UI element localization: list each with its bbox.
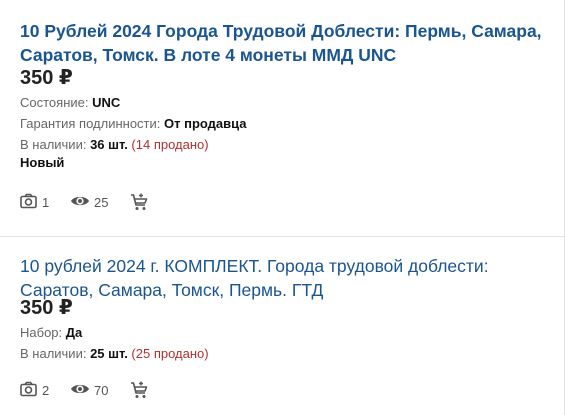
eye-icon	[71, 196, 89, 206]
listing-title-link[interactable]: 10 рублей 2024 г. КОМПЛЕКТ. Города трудо…	[20, 254, 550, 302]
add-to-cart-button[interactable]	[130, 191, 152, 213]
detail-row-condition: Состояние: UNC	[20, 94, 120, 111]
camera-icon	[20, 193, 37, 209]
photos-count: 2	[42, 383, 50, 398]
views-stat: 25	[70, 191, 120, 213]
eye-icon	[71, 384, 89, 394]
camera-icon	[20, 381, 37, 397]
detail-value: Да	[65, 325, 83, 340]
detail-label: Набор:	[20, 325, 66, 340]
cart-add-icon	[131, 381, 148, 398]
views-count: 25	[94, 195, 109, 210]
availability-count: 25 шт.	[90, 346, 128, 361]
availability-count: 36 шт.	[90, 137, 128, 152]
listing-price: 350 ₽	[20, 67, 73, 89]
new-badge: Новый	[20, 155, 65, 170]
availability-row: В наличии: 36 шт. (14 продано)	[20, 136, 209, 153]
photos-count: 1	[42, 195, 50, 210]
sold-count: (14 продано)	[127, 137, 209, 152]
listing-price: 350 ₽	[20, 297, 73, 319]
views-count: 70	[94, 383, 109, 398]
add-to-cart-button[interactable]	[130, 379, 152, 401]
detail-value: От продавца	[164, 116, 247, 131]
detail-row-set: Набор: Да	[20, 324, 82, 341]
sold-count: (25 продано)	[127, 346, 209, 361]
photos-count-button[interactable]: 2	[20, 379, 60, 401]
availability-label: В наличии:	[20, 346, 91, 361]
detail-label: Гарантия подлинности:	[20, 116, 164, 131]
availability-label: В наличии:	[20, 137, 91, 152]
detail-row-authenticity: Гарантия подлинности: От продавца	[20, 115, 247, 132]
listing-card: 10 Рублей 2024 Города Трудовой Доблести:…	[0, 0, 565, 236]
detail-value: UNC	[92, 95, 121, 110]
photos-count-button[interactable]: 1	[20, 191, 60, 213]
views-stat: 70	[70, 379, 120, 401]
listing-title-link[interactable]: 10 Рублей 2024 Города Трудовой Доблести:…	[20, 19, 550, 67]
availability-row: В наличии: 25 шт. (25 продано)	[20, 345, 209, 362]
detail-label: Состояние:	[20, 95, 93, 110]
listing-card: 10 рублей 2024 г. КОМПЛЕКТ. Города трудо…	[0, 237, 565, 415]
cart-add-icon	[131, 193, 148, 210]
